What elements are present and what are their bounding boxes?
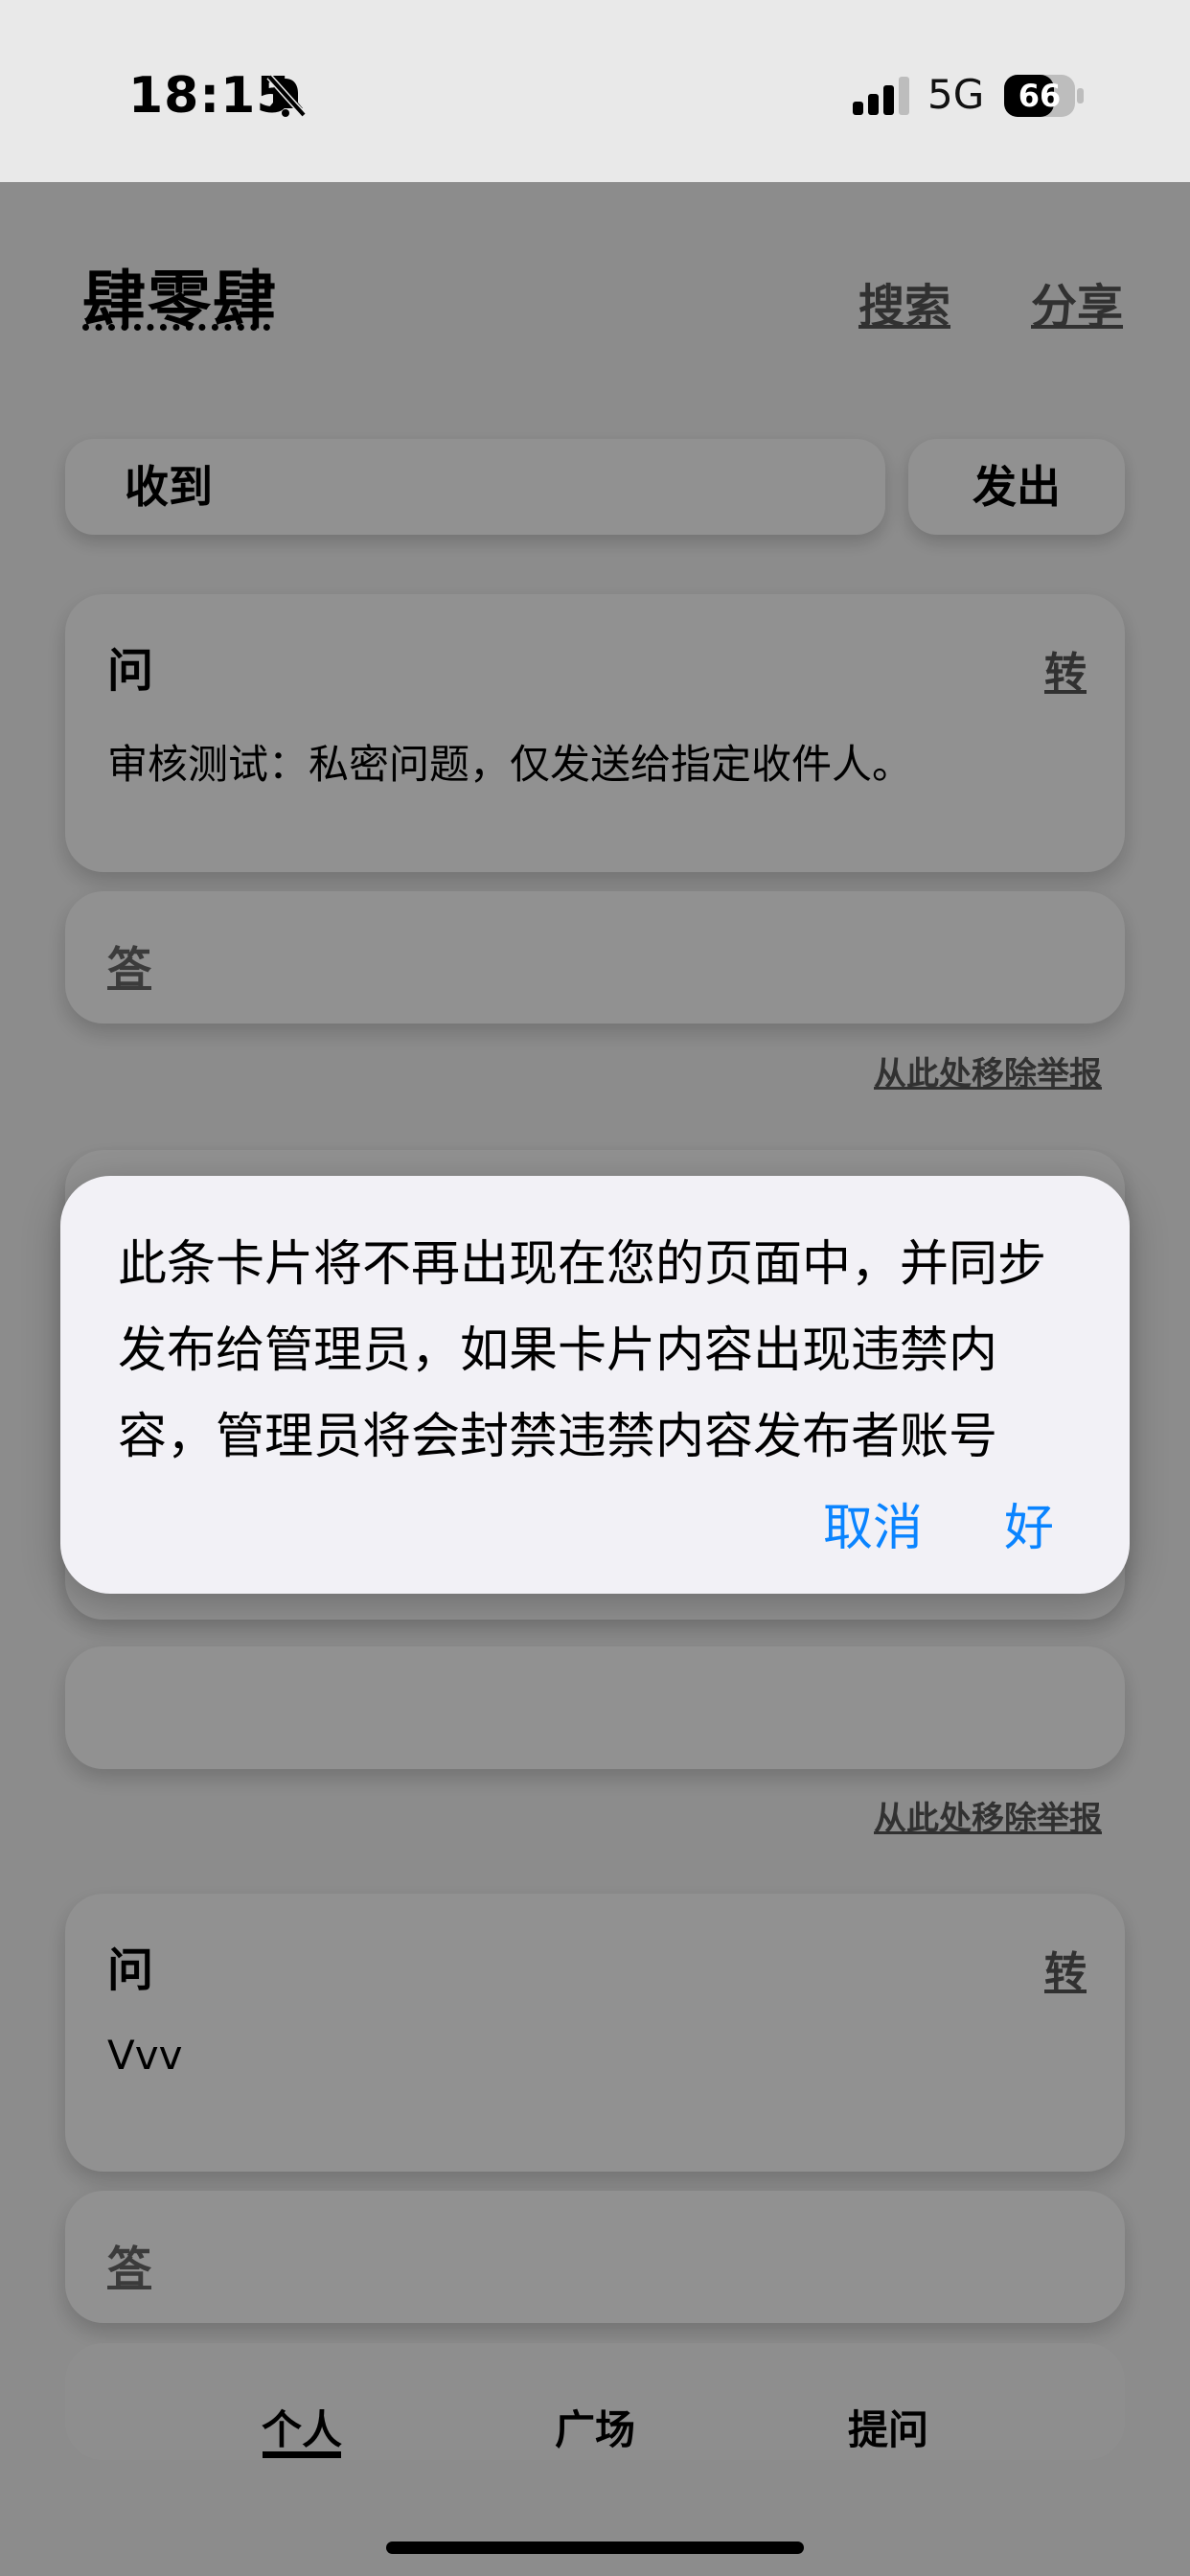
status-bar: 18:15 5G 66 bbox=[0, 0, 1190, 182]
bell-slash-icon bbox=[266, 74, 307, 118]
home-indicator[interactable] bbox=[386, 2542, 804, 2554]
signal-icon bbox=[853, 77, 909, 115]
network-type-label: 5G bbox=[927, 71, 985, 118]
alert-message: 此条卡片将不再出现在您的页面中，并同步发布给管理员，如果卡片内容出现违禁内容，管… bbox=[118, 1236, 1047, 1465]
ok-button[interactable]: 好 bbox=[1004, 1487, 1054, 1559]
battery-level: 66 bbox=[1018, 78, 1062, 114]
cancel-button[interactable]: 取消 bbox=[823, 1487, 923, 1559]
confirm-report-dialog: 此条卡片将不再出现在您的页面中，并同步发布给管理员，如果卡片内容出现违禁内容，管… bbox=[60, 1176, 1130, 1594]
